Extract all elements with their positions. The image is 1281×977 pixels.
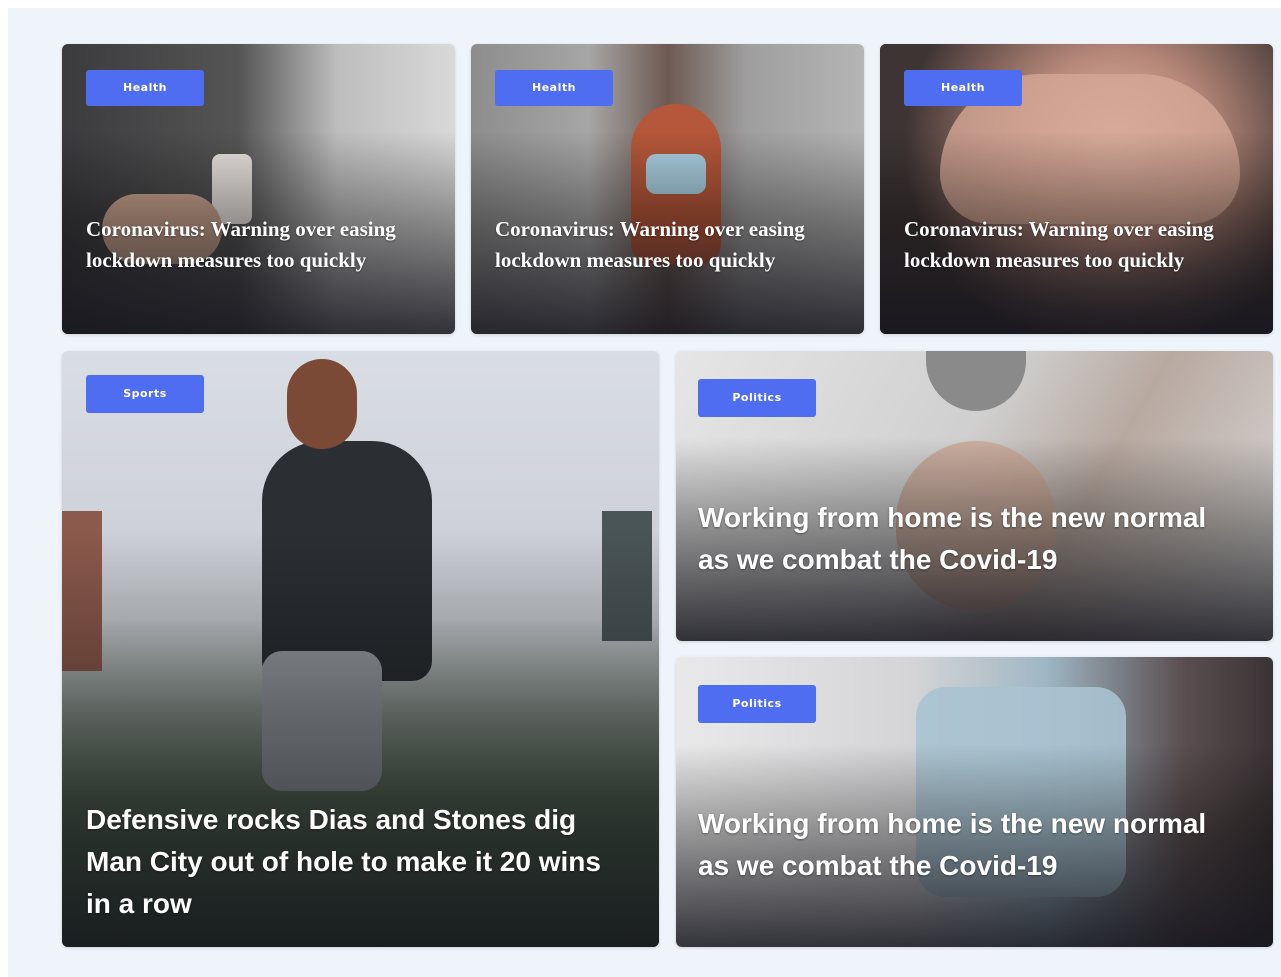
card-headline[interactable]: Coronavirus: Warning over easing lockdow…	[86, 214, 416, 276]
category-badge[interactable]: Politics	[698, 685, 816, 723]
news-card-health-2[interactable]: Health Coronavirus: Warning over easing …	[471, 44, 864, 334]
category-badge[interactable]: Sports	[86, 375, 204, 413]
category-badge[interactable]: Health	[904, 70, 1022, 106]
news-card-politics-1[interactable]: Politics Working from home is the new no…	[676, 351, 1273, 641]
card-headline[interactable]: Working from home is the new normal as w…	[698, 803, 1218, 887]
news-card-politics-2[interactable]: Politics Working from home is the new no…	[676, 657, 1273, 947]
card-headline[interactable]: Defensive rocks Dias and Stones dig Man …	[86, 799, 626, 925]
news-card-health-3[interactable]: Health Coronavirus: Warning over easing …	[880, 44, 1273, 334]
card-headline[interactable]: Coronavirus: Warning over easing lockdow…	[904, 214, 1234, 276]
news-card-sports[interactable]: Sports Defensive rocks Dias and Stones d…	[62, 351, 659, 947]
news-card-health-1[interactable]: Health Coronavirus: Warning over easing …	[62, 44, 455, 334]
category-badge[interactable]: Health	[86, 70, 204, 106]
card-headline[interactable]: Working from home is the new normal as w…	[698, 497, 1218, 581]
category-badge[interactable]: Politics	[698, 379, 816, 417]
category-badge[interactable]: Health	[495, 70, 613, 106]
card-headline[interactable]: Coronavirus: Warning over easing lockdow…	[495, 214, 825, 276]
